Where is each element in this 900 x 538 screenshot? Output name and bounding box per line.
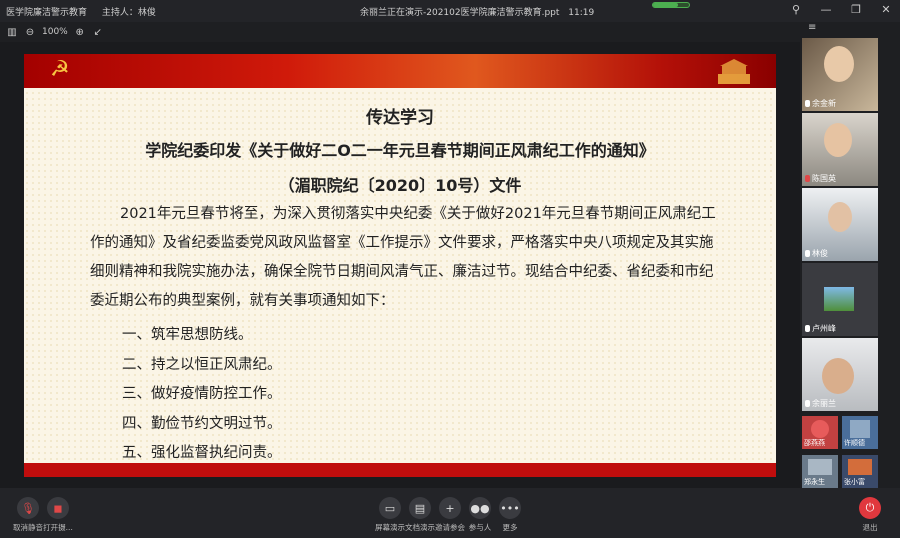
- meeting-toolbar: 🎙 取消静音 ◼ 打开摄... ▭ 屏幕演示 ▤ 文档演示 + 邀请参会 ●● …: [0, 488, 900, 538]
- mic-icon: [805, 100, 810, 107]
- presenting-text: 余丽兰正在演示-202102医学院廉洁警示教育.ppt: [360, 8, 560, 18]
- slide-doc-number: （湄职院纪〔2020〕10号）文件: [278, 176, 522, 195]
- camera-off-icon: ◼: [47, 497, 69, 519]
- list-item: 一、筑牢思想防线。: [122, 327, 253, 343]
- slide-header-banner: ☭: [24, 54, 776, 88]
- list-item: 二、持之以恒正风肃纪。: [122, 356, 282, 373]
- slide-subtitle: 学院纪委印发《关于做好二O二一年元旦春节期间正风肃纪工作的通知》: [145, 141, 655, 160]
- add-user-icon: +: [439, 497, 461, 519]
- screen-share-icon: ▭: [379, 497, 401, 519]
- participant-tile[interactable]: 林俊: [802, 188, 878, 261]
- slide-item-list: 一、筑牢思想防线。 二、持之以恒正风肃纪。 三、做好疫情防控工作。 四、勤俭节约…: [122, 321, 282, 469]
- title-bar: 医学院廉洁警示教育 主持人：林俊 余丽兰正在演示-202102医学院廉洁警示教育…: [0, 0, 900, 22]
- participant-tile-small[interactable]: 邵燕燕: [802, 416, 838, 449]
- users-icon: ●●: [469, 497, 491, 519]
- presenting-status: 余丽兰正在演示-202102医学院廉洁警示教育.ppt 11:19: [360, 5, 594, 18]
- panel-menu-icon[interactable]: ≡: [808, 22, 816, 33]
- mic-muted-icon: 🎙: [17, 497, 39, 519]
- participant-name: 许顺德: [844, 439, 865, 447]
- mic-muted-icon: [805, 175, 810, 182]
- close-icon[interactable]: ✕: [880, 3, 892, 16]
- network-signal-icon: [652, 2, 690, 8]
- participant-name: 郑永生: [804, 478, 825, 486]
- more-label: 更多: [502, 523, 518, 532]
- sidebar-toggle-icon[interactable]: ▥: [6, 27, 18, 38]
- participant-tile[interactable]: 余金新: [802, 38, 878, 111]
- leave-button[interactable]: ⏻ 退出: [850, 497, 890, 533]
- more-button[interactable]: ••• 更多: [490, 497, 530, 533]
- participant-name: 陈国英: [812, 174, 836, 183]
- viewer-toolbar: ▥ ⊖ 100% ⊕ ↙: [0, 22, 800, 42]
- meeting-info: 医学院廉洁警示教育 主持人：林俊: [6, 5, 168, 18]
- slide-title: 传达学习: [366, 108, 434, 128]
- mic-icon: [805, 325, 810, 332]
- host-label: 主持人：林俊: [101, 8, 156, 18]
- participant-tile-small[interactable]: 张小富: [842, 455, 878, 488]
- party-emblem-icon: ☭: [50, 57, 70, 82]
- power-icon: ⏻: [859, 497, 881, 519]
- participant-name: 余丽兰: [812, 399, 836, 408]
- start-video-label: 打开摄...: [43, 523, 73, 532]
- participant-tile-small[interactable]: 许顺德: [842, 416, 878, 449]
- tiananmen-icon: [718, 59, 750, 84]
- pin-icon[interactable]: ⚲: [790, 3, 802, 16]
- participant-name: 余金新: [812, 99, 836, 108]
- presentation-stage: ☭ 传达学习 学院纪委印发《关于做好二O二一年元旦春节期间正风肃纪工作的通知》 …: [0, 42, 800, 488]
- restore-icon[interactable]: ❐: [850, 3, 862, 16]
- participant-tile[interactable]: 卢州峰: [802, 263, 878, 336]
- zoom-in-icon[interactable]: ⊕: [74, 27, 86, 38]
- participant-panel: ≡ 余金新 陈国英 林俊 卢州峰 余丽兰 邵燕燕 许顺德 郑永生 张小富: [802, 22, 900, 488]
- zoom-level: 100%: [42, 27, 68, 37]
- slide: ☭ 传达学习 学院纪委印发《关于做好二O二一年元旦春节期间正风肃纪工作的通知》 …: [24, 54, 776, 477]
- mic-icon: [805, 250, 810, 257]
- participant-name: 卢州峰: [812, 324, 836, 333]
- more-icon: •••: [499, 497, 521, 519]
- participant-tile[interactable]: 陈国英: [802, 113, 878, 186]
- leave-label: 退出: [862, 523, 878, 532]
- start-video-button[interactable]: ◼ 打开摄...: [38, 497, 78, 533]
- meeting-name: 医学院廉洁警示教育: [6, 8, 88, 18]
- clock: 11:19: [568, 8, 595, 18]
- mic-icon: [805, 400, 810, 407]
- participant-name: 张小富: [844, 478, 865, 486]
- participant-tile[interactable]: 余丽兰: [802, 338, 878, 411]
- zoom-out-icon[interactable]: ⊖: [24, 27, 36, 38]
- participant-name: 林俊: [812, 249, 828, 258]
- folder-icon: ▤: [409, 497, 431, 519]
- collapse-icon[interactable]: ↙: [92, 27, 104, 38]
- list-item: 四、勤俭节约文明过节。: [122, 415, 282, 432]
- slide-footer-banner: [24, 463, 776, 477]
- participant-name: 邵燕燕: [804, 439, 825, 447]
- list-item: 三、做好疫情防控工作。: [122, 386, 282, 402]
- participant-tile-small[interactable]: 郑永生: [802, 455, 838, 488]
- slide-body: 2021年元旦春节将至，为深入贯彻落实中央纪委《关于做好2021年元旦春节期间正…: [90, 206, 716, 309]
- minimize-icon[interactable]: —: [820, 3, 832, 16]
